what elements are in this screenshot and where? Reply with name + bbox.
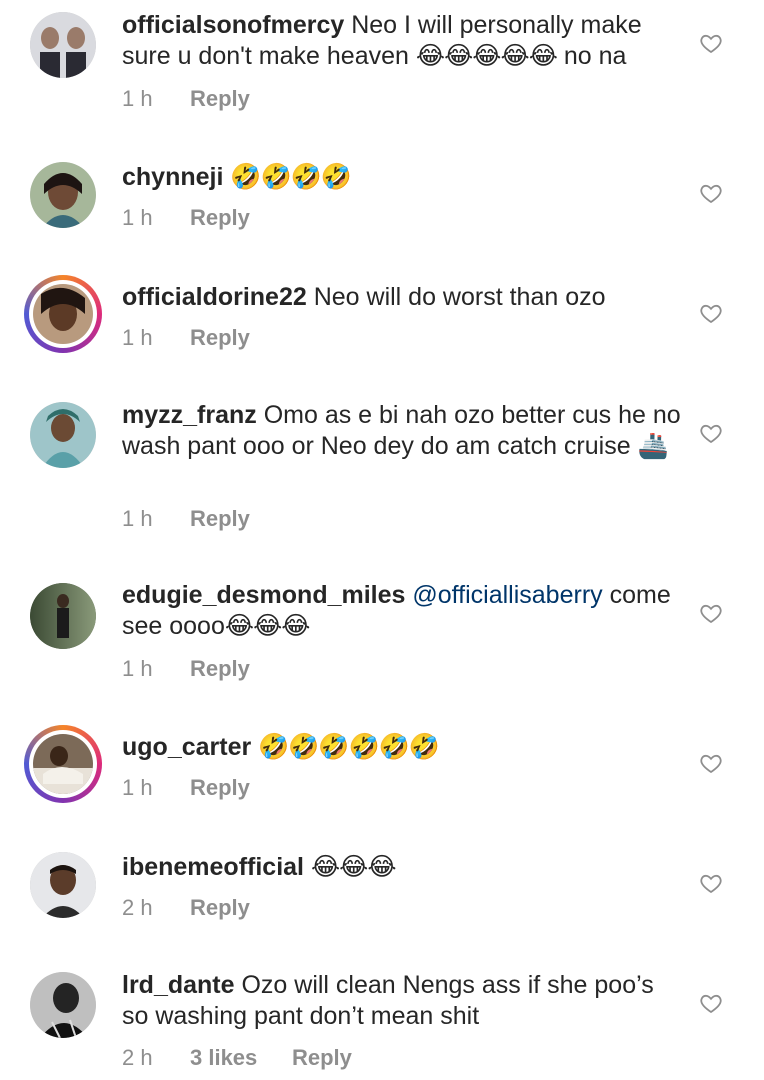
comment-username[interactable]: myzz_franz <box>122 401 257 429</box>
reply-button[interactable]: Reply <box>292 1045 352 1071</box>
comment-timestamp: 2 h <box>122 895 153 920</box>
heart-outline-icon[interactable] <box>699 181 723 205</box>
avatar[interactable] <box>30 12 96 78</box>
reply-button[interactable]: Reply <box>190 86 250 112</box>
comment-text: Neo will do worst than ozo <box>306 283 606 311</box>
comment-timestamp: 2 h <box>122 1045 153 1070</box>
avatar[interactable] <box>30 402 96 468</box>
comment-timestamp: 1 h <box>122 325 153 350</box>
likes-count-button[interactable]: 3 likes <box>190 1045 292 1071</box>
avatar[interactable] <box>30 972 96 1038</box>
comment-emoji: 😂😂😂😂😂 <box>415 42 558 70</box>
comment-username[interactable]: chynneji <box>122 163 223 191</box>
reply-button[interactable]: Reply <box>190 656 250 682</box>
avatar-image <box>33 284 93 344</box>
comment-timestamp: 1 h <box>122 775 153 800</box>
reply-button[interactable]: Reply <box>190 325 250 351</box>
avatar-image <box>30 12 96 78</box>
comment-emoji: 😂😂😂 <box>310 853 397 881</box>
heart-outline-icon[interactable] <box>699 991 723 1015</box>
reply-button[interactable]: Reply <box>190 775 250 801</box>
avatar-image <box>30 402 96 468</box>
avatar[interactable] <box>30 162 96 228</box>
reply-button[interactable]: Reply <box>190 205 250 231</box>
comment-timestamp: 1 h <box>122 506 153 531</box>
mention-link[interactable]: @officiallisaberry <box>405 581 602 609</box>
reply-button[interactable]: Reply <box>190 895 250 921</box>
comment-timestamp: 1 h <box>122 205 153 230</box>
heart-outline-icon[interactable] <box>699 751 723 775</box>
heart-outline-icon[interactable] <box>699 871 723 895</box>
comment-username[interactable]: ibenemeofficial <box>122 853 304 881</box>
heart-outline-icon[interactable] <box>699 31 723 55</box>
avatar-image <box>30 852 96 918</box>
avatar-story-ring[interactable] <box>24 275 102 353</box>
avatar-image <box>30 162 96 228</box>
heart-outline-icon[interactable] <box>699 421 723 445</box>
comment-username[interactable]: ugo_carter <box>122 733 251 761</box>
avatar-image <box>33 734 93 794</box>
comment-username[interactable]: officialdorine22 <box>122 283 307 311</box>
comment-emoji: 🤣🤣🤣🤣🤣🤣 <box>258 733 440 761</box>
comment-emoji: 😂😂😂 <box>224 612 311 640</box>
avatar-image <box>30 583 96 649</box>
comment-text-tail: no na <box>556 42 627 70</box>
comment-emoji: 🚢 <box>637 432 669 460</box>
heart-outline-icon[interactable] <box>699 601 723 625</box>
comment-username[interactable]: lrd_dante <box>122 971 235 999</box>
heart-outline-icon[interactable] <box>699 301 723 325</box>
reply-button[interactable]: Reply <box>190 506 250 532</box>
avatar-image <box>30 972 96 1038</box>
avatar[interactable] <box>30 583 96 649</box>
comment-text <box>304 853 311 881</box>
comment-username[interactable]: officialsonofmercy <box>122 11 344 39</box>
comment-username[interactable]: edugie_desmond_miles <box>122 581 405 609</box>
comment-emoji: 🤣🤣🤣🤣 <box>230 163 352 191</box>
comment-timestamp: 1 h <box>122 656 153 681</box>
comment-timestamp: 1 h <box>122 86 153 111</box>
avatar-story-ring[interactable] <box>24 725 102 803</box>
avatar[interactable] <box>30 852 96 918</box>
